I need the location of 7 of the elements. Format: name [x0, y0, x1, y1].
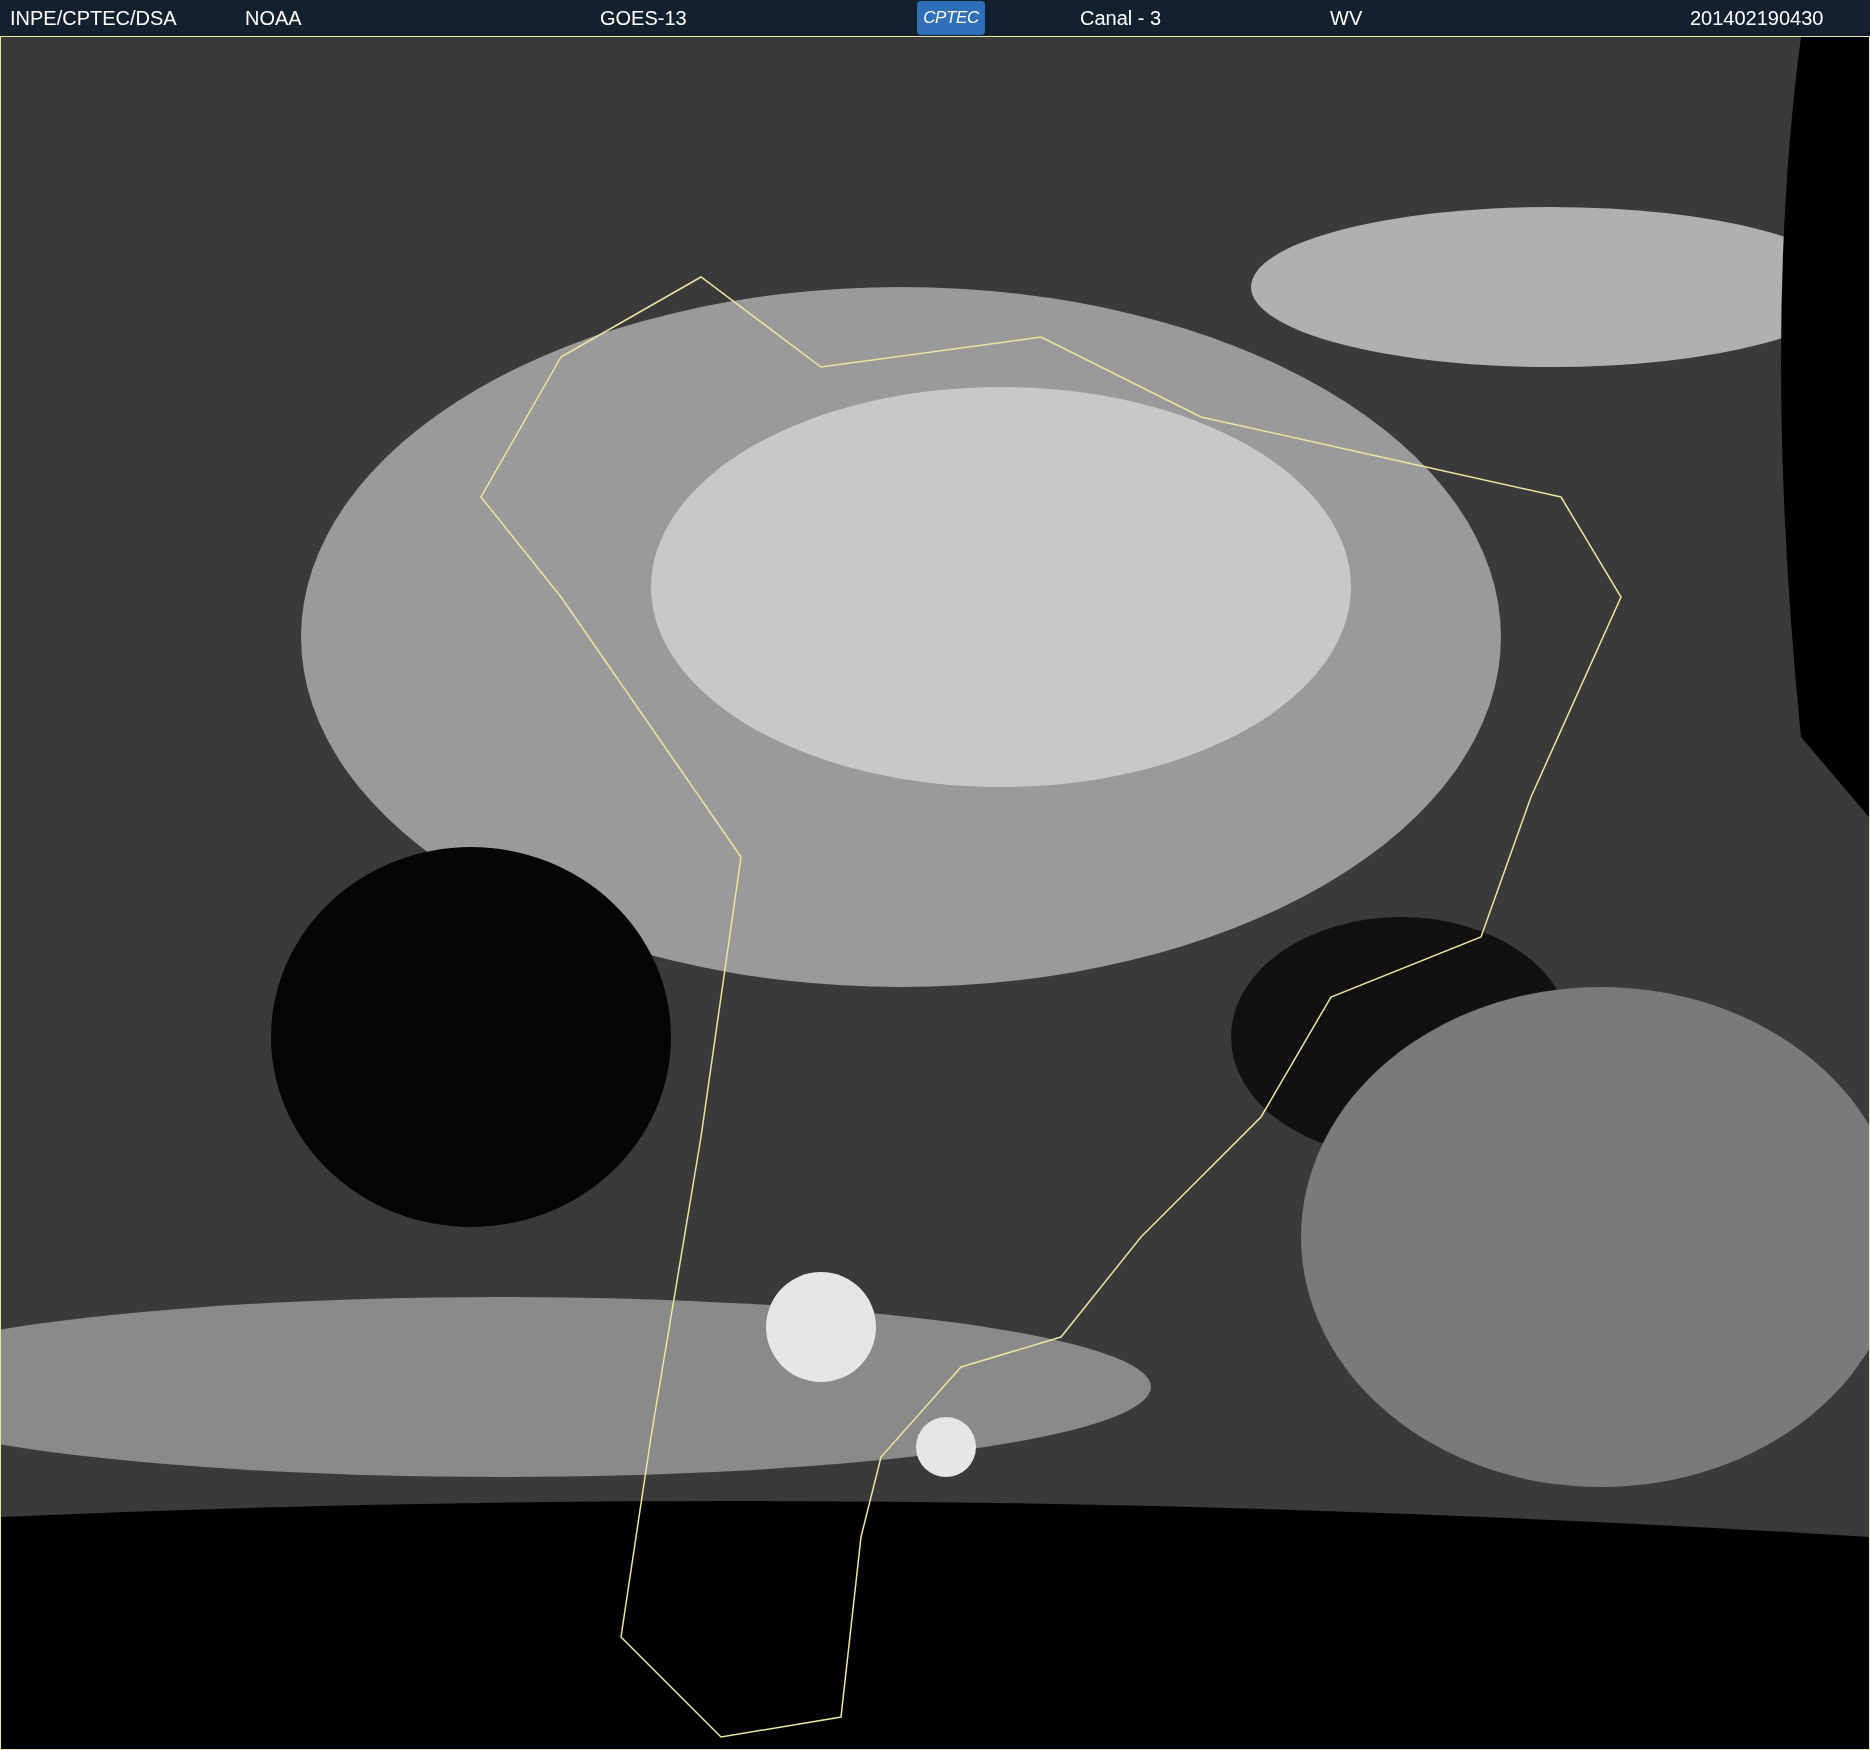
- header-label: INPE/CPTEC/DSA: [10, 6, 177, 31]
- header-label: WV: [1330, 6, 1363, 31]
- header-label: Canal - 3: [1080, 6, 1162, 31]
- header-label: GOES-13: [600, 6, 687, 31]
- header-label: 201402190430: [1690, 6, 1824, 31]
- header-label: NOAA: [245, 6, 302, 31]
- logo: CPTEC: [917, 1, 985, 35]
